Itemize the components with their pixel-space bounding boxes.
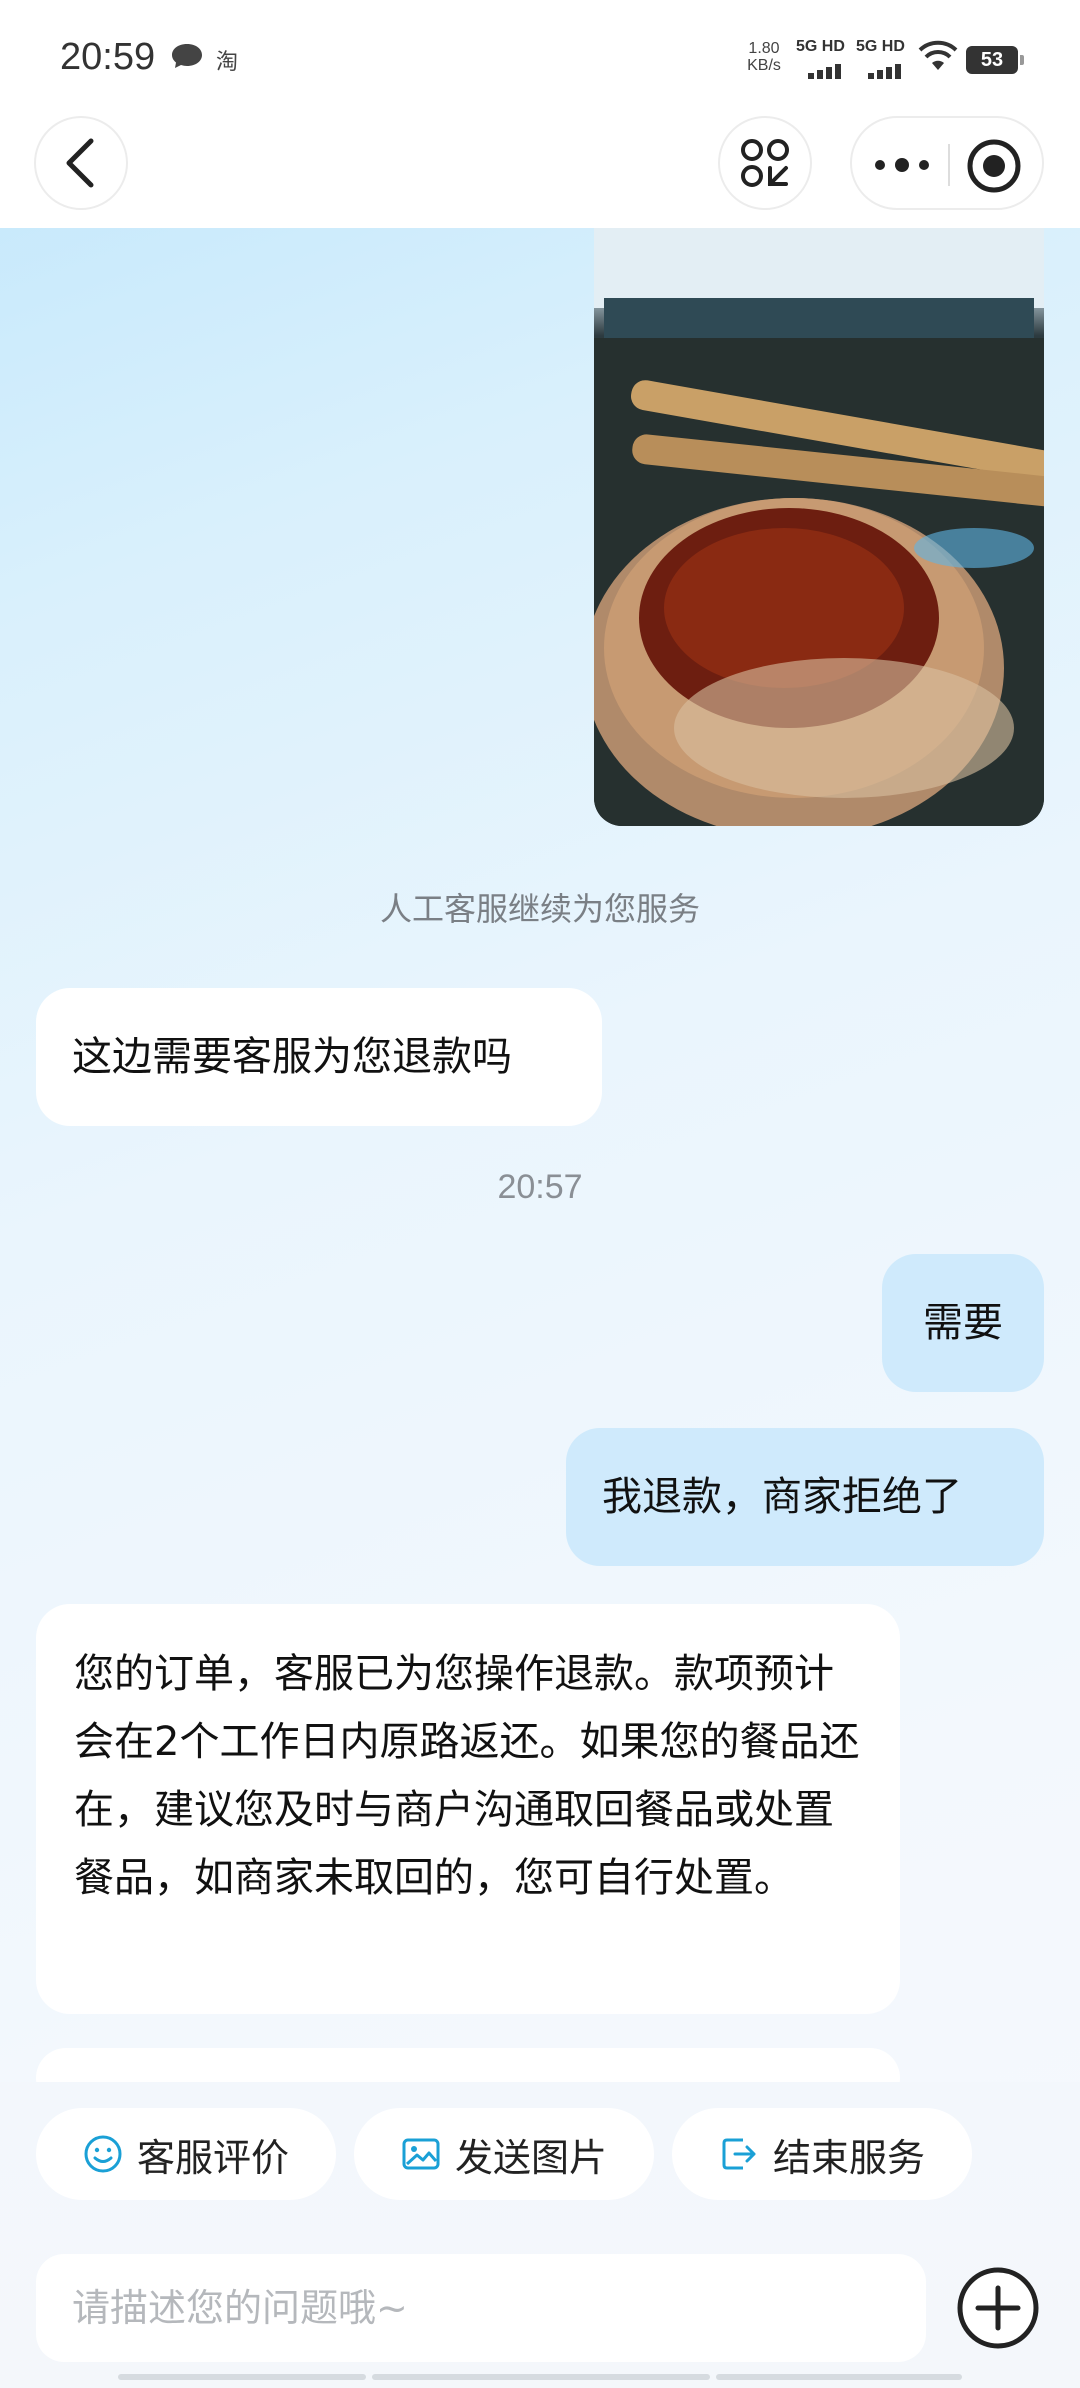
- send-image-label: 发送图片: [454, 2135, 607, 2180]
- scan-icon: [741, 139, 789, 187]
- plus-icon[interactable]: [956, 2266, 1040, 2350]
- user-message: 我退款，商家拒绝了: [566, 1428, 1044, 1566]
- exit-icon: [722, 2138, 756, 2170]
- wifi-icon: [918, 40, 958, 70]
- signal-sim2-icon: 5G HD: [856, 38, 914, 79]
- network-speed: 1.80 KB/s: [747, 40, 781, 74]
- nav-bar: [0, 110, 1080, 228]
- end-service-label: 结束服务: [772, 2135, 925, 2180]
- send-image-button[interactable]: 发送图片: [354, 2108, 654, 2200]
- taobao-badge: 淘: [216, 50, 239, 75]
- sent-food-photo[interactable]: [594, 228, 1044, 826]
- end-service-button[interactable]: 结束服务: [672, 2108, 972, 2200]
- chevron-left-icon: [66, 138, 94, 188]
- image-icon: [402, 2138, 440, 2170]
- home-indicator: [716, 2374, 962, 2380]
- back-button[interactable]: [34, 116, 128, 210]
- mini-program-capsule: [850, 116, 1044, 210]
- rate-service-button[interactable]: 客服评价: [36, 2108, 336, 2200]
- target-icon[interactable]: [966, 138, 1022, 194]
- message-icon: [172, 44, 202, 68]
- message-input[interactable]: [36, 2254, 926, 2362]
- signal-sim1-icon: 5G HD: [796, 38, 854, 79]
- home-indicator: [118, 2374, 366, 2380]
- capsule-divider: [948, 144, 950, 186]
- more-dots-icon[interactable]: [870, 144, 934, 186]
- agent-message: 您的订单，客服已为您操作退款。款项预计会在2个工作日内原路返还。如果您的餐品还在…: [36, 1604, 900, 2014]
- user-message: 需要: [882, 1254, 1044, 1392]
- scan-button[interactable]: [718, 116, 812, 210]
- battery-icon: 53: [966, 46, 1024, 74]
- rate-service-label: 客服评价: [136, 2135, 289, 2180]
- smile-icon: [84, 2135, 122, 2173]
- clock: 20:59: [60, 36, 156, 78]
- message-timestamp: 20:57: [497, 1168, 583, 1206]
- system-notice: 人工客服继续为您服务: [379, 890, 700, 928]
- food-image: [594, 228, 1044, 826]
- bottom-panel: 客服评价 发送图片 结束服务: [0, 2082, 1080, 2388]
- agent-message: 这边需要客服为您退款吗: [36, 988, 602, 1126]
- home-indicator: [372, 2374, 710, 2380]
- status-bar: 20:59 淘 1.80 KB/s 5G HD 5G HD 53: [0, 0, 1080, 110]
